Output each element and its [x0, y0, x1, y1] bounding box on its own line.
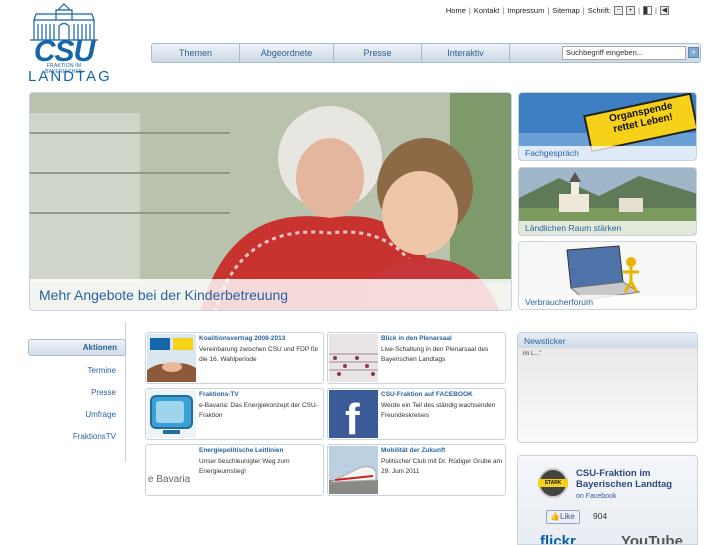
search-input[interactable]: Suchbegriff eingeben...	[562, 46, 686, 60]
link-impressum[interactable]: Impressum	[507, 6, 544, 15]
box-title: Koalitionsvertrag 2008-2013	[199, 335, 286, 342]
tab-abgeordnete[interactable]: Abgeordnete	[240, 44, 334, 62]
facebook-widget: STARK CSU-Fraktion im Bayerischen Landta…	[517, 455, 698, 545]
box-energiepolitik[interactable]: e Bavaria Energiepolitische Leitlinien U…	[145, 444, 324, 496]
box-title: Mobilität der Zukunft	[381, 447, 446, 454]
box-title: Energiepolitische Leitlinien	[199, 447, 284, 454]
service-links: Home | Kontakt | Impressum | Sitemap | Schri…	[445, 6, 669, 15]
csu-logo[interactable]: CSU FRAKTION IM BAYERISCHEN LANDTAG	[28, 2, 112, 86]
aktionen-item-fraktionstv[interactable]: FraktionsTV	[73, 432, 116, 441]
box-fraktions-tv[interactable]: Fraktions-TV e-Bavaria: Das Energiekonze…	[145, 388, 324, 440]
aktionen-item-umfrage[interactable]: Umfrage	[85, 410, 116, 419]
aktionen-header[interactable]: Aktionen	[28, 339, 126, 356]
ebavaria-thumb: e Bavaria	[147, 446, 196, 494]
tab-themen[interactable]: Themen	[152, 44, 240, 62]
tab-interaktiv[interactable]: Interaktiv	[422, 44, 510, 62]
link-kontakt[interactable]: Kontakt	[474, 6, 499, 15]
box-description: e-Bavaria: Das Energiekonzept der CSU-Fr…	[199, 402, 318, 419]
box-description: Politischer Club mit Dr. Rüdiger Grube a…	[381, 458, 503, 475]
aktionen-menu: Aktionen Termine Presse Umfrage Fraktion…	[28, 322, 126, 462]
box-description: Live-Schaltung in den Plenarsaal des Bay…	[381, 346, 489, 363]
teaser-organspende[interactable]: Organspende rettet Leben! Fachgespräch	[518, 92, 697, 161]
facebook-sub: on Facebook	[576, 493, 617, 500]
box-description: Werde ein Teil des ständig wachsenden Fr…	[381, 402, 496, 419]
newsticker-content[interactable]: im L..."	[518, 348, 697, 442]
like-count: 904	[593, 511, 608, 521]
hero-teaser[interactable]: Mehr Angebote bei der Kinderbetreuung	[29, 92, 512, 311]
teaser-label: Verbraucherforum	[519, 295, 696, 309]
newsticker-panel: Newsticker im L..."	[517, 332, 698, 443]
link-home[interactable]: Home	[446, 6, 466, 15]
box-koalitionsvertrag[interactable]: Koalitionsvertrag 2008-2013 Vereinbarung…	[145, 332, 324, 384]
teaser-label: Ländlichen Raum stärken	[519, 221, 696, 235]
teaser-verbraucherforum[interactable]: Verbraucherforum	[518, 241, 697, 310]
aktionen-item-presse[interactable]: Presse	[91, 388, 116, 397]
tab-presse[interactable]: Presse	[334, 44, 422, 62]
box-title: Fraktions-TV	[199, 391, 239, 398]
link-sitemap[interactable]: Sitemap	[552, 6, 580, 15]
flickr-logo[interactable]: flickr	[540, 533, 576, 544]
like-button[interactable]: 👍 Like	[546, 510, 580, 524]
facebook-page-name[interactable]: CSU-Fraktion im Bayerischen Landtag	[576, 468, 694, 490]
stark-badge-icon: STARK	[538, 468, 568, 498]
font-decrease-button[interactable]: −	[614, 6, 624, 15]
youtube-logo[interactable]: YouTube	[621, 533, 683, 544]
box-plenarsaal[interactable]: Blick in den Plenarsaal Live-Schaltung i…	[327, 332, 506, 384]
logo-landtag-text: LANDTAG	[28, 68, 112, 85]
plenarsaal-thumb	[329, 334, 378, 382]
main-navigation: Themen Abgeordnete Presse Interaktiv Suc…	[151, 43, 701, 63]
box-description: Unser beschleunigter Weg zum Energieumst…	[199, 458, 290, 475]
font-size-label: Schrift:	[587, 6, 612, 15]
box-facebook[interactable]: f CSU-Fraktion auf FACEBOOK Werde ein Te…	[327, 388, 506, 440]
hero-caption: Mehr Angebote bei der Kinderbetreuung	[30, 279, 511, 310]
facebook-icon: f	[329, 390, 378, 438]
thumbs-up-icon: 👍	[550, 512, 560, 521]
teaser-laendlicher-raum[interactable]: Ländlichen Raum stärken	[518, 167, 697, 236]
handshake-thumb	[147, 334, 196, 382]
tv-thumb	[147, 390, 196, 438]
teaser-label: Fachgespräch	[519, 146, 696, 160]
back-icon[interactable]: ◀	[660, 6, 669, 15]
font-increase-button[interactable]: +	[626, 6, 636, 15]
aktionen-item-termine[interactable]: Termine	[88, 366, 116, 375]
box-mobilitaet[interactable]: Mobilität der Zukunft Politischer Club m…	[327, 444, 506, 496]
svg-text:f: f	[345, 395, 360, 438]
box-title: Blick in den Plenarsaal	[381, 335, 452, 342]
contrast-icon[interactable]	[643, 6, 653, 15]
box-title: CSU-Fraktion auf FACEBOOK	[381, 391, 473, 398]
box-description: Vereinbarung zwischen CSU und FDP für di…	[199, 346, 319, 363]
search-submit-button[interactable]: »	[688, 47, 699, 58]
train-thumb	[329, 446, 378, 494]
ebavaria-logo-text: e Bavaria	[148, 474, 191, 485]
newsticker-header: Newsticker	[518, 333, 697, 348]
